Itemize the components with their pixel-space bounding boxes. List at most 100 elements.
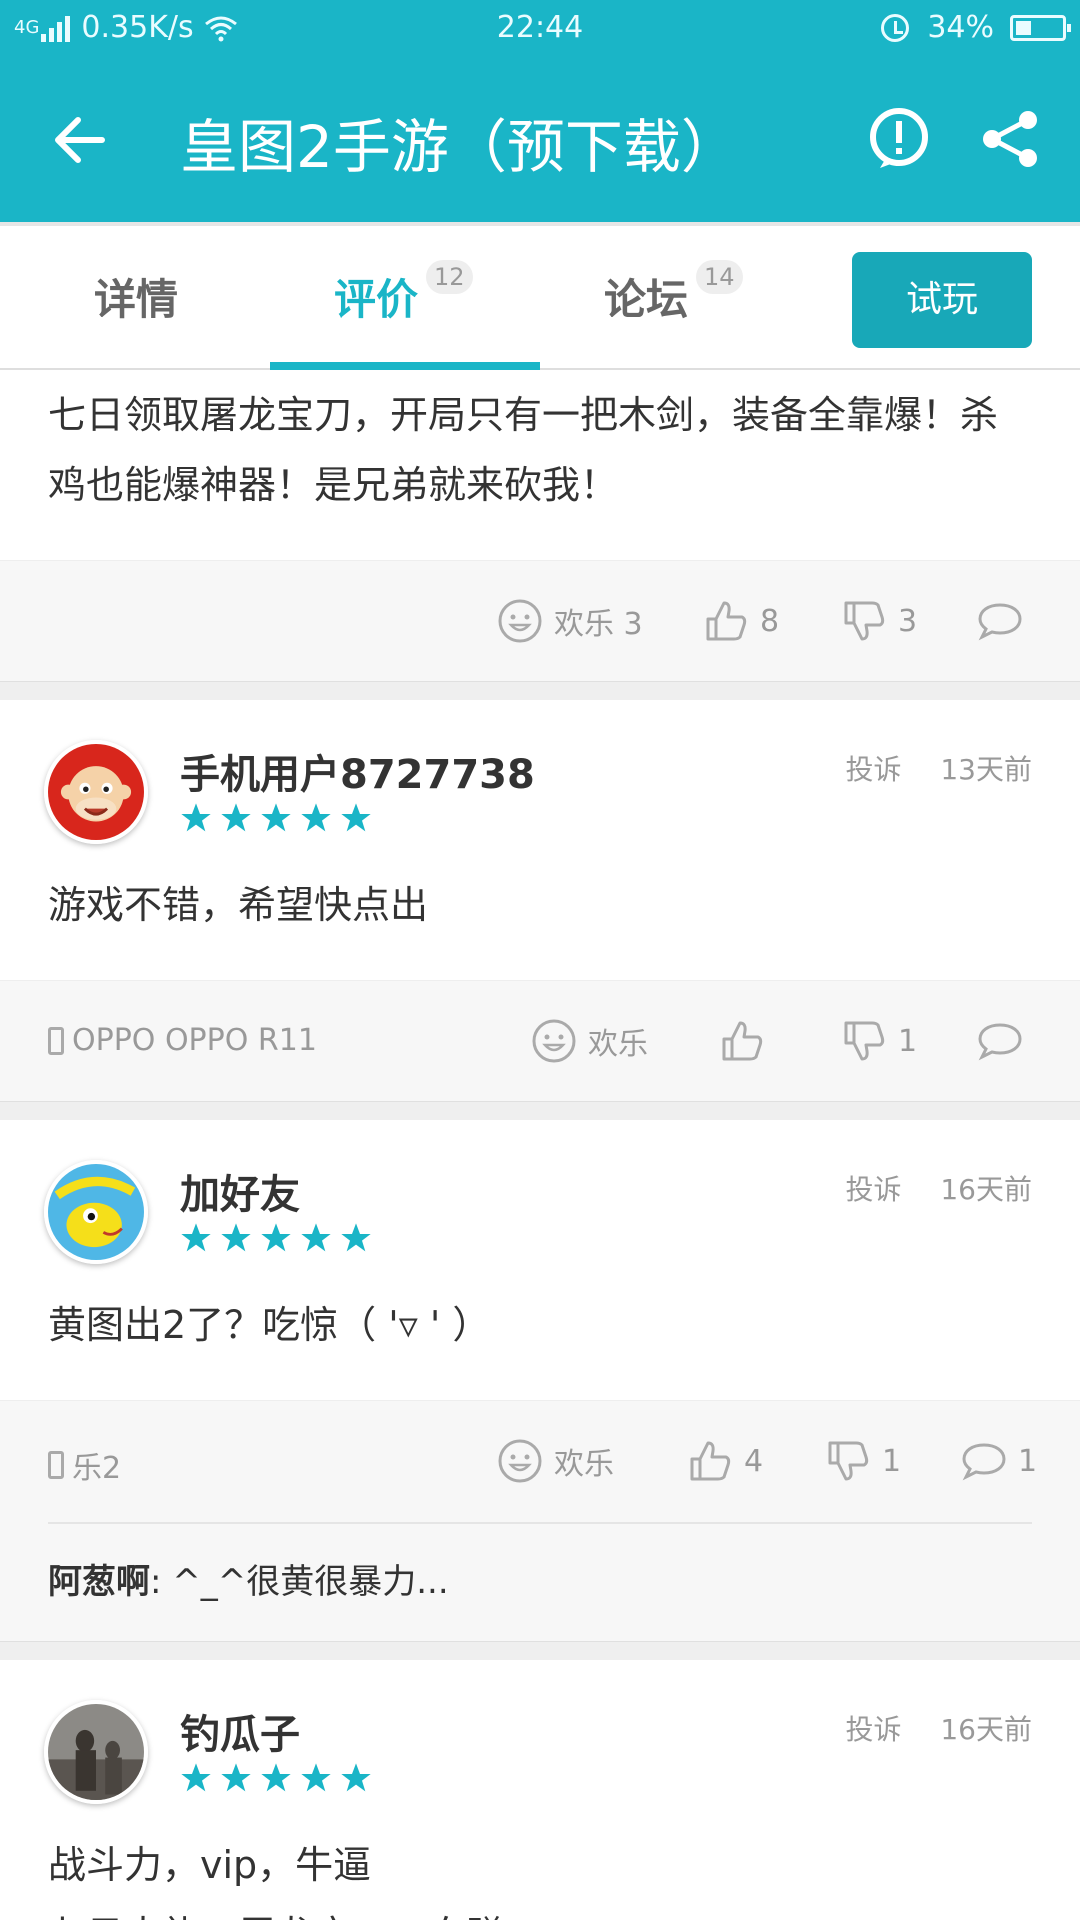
app-bar: 皇图2手游（预下载）	[0, 56, 1080, 222]
like-count: 8	[760, 603, 780, 639]
battery-percent: 34%	[927, 10, 994, 45]
device-name: 乐2	[72, 1451, 122, 1486]
battery-icon	[1010, 14, 1071, 41]
fun-button[interactable]: 欢乐 3	[496, 597, 643, 645]
thumbs-up-icon	[690, 1441, 731, 1481]
dislike-count: 3	[898, 603, 918, 639]
avatar[interactable]	[44, 1700, 148, 1804]
cbeebies-avatar-image	[48, 1164, 144, 1260]
star-rating	[180, 1762, 380, 1794]
dislike-count: 1	[882, 1443, 902, 1479]
phone-icon	[48, 1451, 64, 1479]
username[interactable]: 钓瓜子	[180, 1702, 300, 1760]
comment-icon	[962, 1443, 1006, 1481]
device-info: OPPO OPPO R11	[48, 1023, 317, 1058]
back-arrow-icon[interactable]	[48, 108, 112, 172]
fun-label: 欢乐 3	[554, 607, 643, 642]
smiley-icon	[498, 1439, 542, 1483]
active-tab-indicator	[270, 362, 540, 370]
comment-icon	[978, 1023, 1022, 1061]
review-text: 黄图出2了？吃惊（ '▿ ' ）	[48, 1303, 491, 1347]
review-card: 钓瓜子 投诉 16天前 战斗力，vip，牛逼 七日大礼，屠龙宝刀，血赚	[0, 1660, 1080, 1920]
tab-reviews[interactable]: 评价 12	[334, 260, 473, 327]
review-text-line: 七日大礼，屠龙宝刀，血赚	[48, 1900, 1032, 1920]
tab-reviews-label: 评价	[334, 275, 419, 324]
review-card: 手机用户8727738 投诉 13天前 游戏不错，希望快点出 OPPO OPPO…	[0, 700, 1080, 1102]
status-bar: 4G 0.35K/s 22:44 34%	[0, 0, 1080, 56]
thumbs-down-icon	[844, 601, 885, 641]
smiley-icon	[532, 1019, 576, 1063]
fun-button[interactable]: 欢乐	[496, 1437, 614, 1485]
fun-button[interactable]: 欢乐	[530, 1017, 648, 1065]
report-icon[interactable]	[866, 106, 932, 172]
review-time: 13天前	[940, 753, 1032, 786]
report-link[interactable]: 投诉	[845, 1713, 901, 1746]
comment-button[interactable]	[976, 597, 1034, 645]
phone-icon	[48, 1026, 64, 1055]
thumbs-up-icon	[722, 1021, 763, 1061]
star-icon	[221, 1223, 251, 1252]
review-card: 加好友 投诉 16天前 黄图出2了？吃惊（ '▿ ' ） 乐2 欢乐 4 1 1…	[0, 1120, 1080, 1642]
reply-item[interactable]: 阿葱啊: ^_^很黄很暴力...	[48, 1522, 1032, 1633]
username[interactable]: 加好友	[180, 1162, 300, 1220]
zombie-avatar-image	[48, 1704, 144, 1800]
review-actions: 欢乐 3 8 3	[0, 560, 1080, 682]
avatar[interactable]	[44, 1160, 148, 1264]
star-icon	[181, 1763, 211, 1792]
star-rating	[180, 1222, 380, 1254]
avatar[interactable]	[44, 740, 148, 844]
reply-username: 阿葱啊	[48, 1562, 150, 1602]
thumbs-down-icon	[844, 1021, 885, 1061]
like-button[interactable]: 8	[702, 597, 779, 645]
star-icon	[341, 803, 371, 832]
report-link[interactable]: 投诉	[845, 753, 901, 786]
dislike-button[interactable]: 1	[824, 1437, 901, 1485]
star-icon	[221, 803, 251, 832]
dislike-button[interactable]: 3	[840, 597, 917, 645]
review-text-line: 战斗力，vip，牛逼	[48, 1843, 372, 1887]
star-icon	[181, 1223, 211, 1252]
dislike-button[interactable]: 1	[840, 1017, 917, 1065]
tab-reviews-count: 12	[426, 260, 473, 294]
reply-text: : ^_^很黄很暴力...	[150, 1562, 449, 1602]
comment-button[interactable]: 1	[960, 1437, 1037, 1485]
tab-forum[interactable]: 论坛 14	[604, 260, 743, 327]
star-icon	[261, 1763, 291, 1792]
comment-count: 1	[1018, 1443, 1038, 1479]
tab-details[interactable]: 详情	[94, 266, 178, 327]
review-actions: 乐2 欢乐 4 1 1	[0, 1400, 1080, 1522]
smiley-icon	[498, 599, 542, 643]
comment-button[interactable]	[976, 1017, 1034, 1065]
review-text: 游戏不错，希望快点出	[48, 883, 429, 927]
review-time: 16天前	[940, 1173, 1032, 1206]
star-icon	[341, 1223, 371, 1252]
review-time: 16天前	[940, 1713, 1032, 1746]
dislike-count: 1	[898, 1023, 918, 1059]
tab-forum-label: 论坛	[604, 275, 689, 324]
username[interactable]: 手机用户8727738	[180, 742, 535, 800]
like-button[interactable]: 4	[686, 1437, 763, 1485]
thumbs-up-icon	[706, 601, 747, 641]
star-icon	[301, 803, 331, 832]
review-text: 战斗力，vip，牛逼 七日大礼，屠龙宝刀，血赚	[0, 1790, 1080, 1920]
try-play-button[interactable]: 试玩	[852, 252, 1032, 348]
report-link[interactable]: 投诉	[845, 1173, 901, 1206]
review-card: 七日领取屠龙宝刀，开局只有一把木剑，装备全靠爆！杀鸡也能爆神器！是兄弟就来砍我！…	[0, 370, 1080, 682]
star-icon	[261, 803, 291, 832]
tab-forum-count: 14	[696, 260, 743, 294]
comment-icon	[978, 603, 1022, 641]
tab-details-label: 详情	[94, 275, 179, 324]
star-icon	[301, 1223, 331, 1252]
like-button[interactable]	[718, 1017, 776, 1065]
star-icon	[221, 1763, 251, 1792]
alarm-icon	[881, 13, 910, 42]
star-icon	[301, 1763, 331, 1792]
device-info: 乐2	[48, 1443, 121, 1487]
like-count: 4	[744, 1443, 764, 1479]
thumbs-down-icon	[828, 1441, 869, 1481]
review-text: 七日领取屠龙宝刀，开局只有一把木剑，装备全靠爆！杀鸡也能爆神器！是兄弟就来砍我！	[48, 393, 999, 507]
star-icon	[181, 803, 211, 832]
share-icon[interactable]	[978, 106, 1044, 172]
review-feed[interactable]: 七日领取屠龙宝刀，开局只有一把木剑，装备全靠爆！杀鸡也能爆神器！是兄弟就来砍我！…	[0, 370, 1080, 1920]
reply-section: 阿葱啊: ^_^很黄很暴力...	[0, 1522, 1080, 1642]
